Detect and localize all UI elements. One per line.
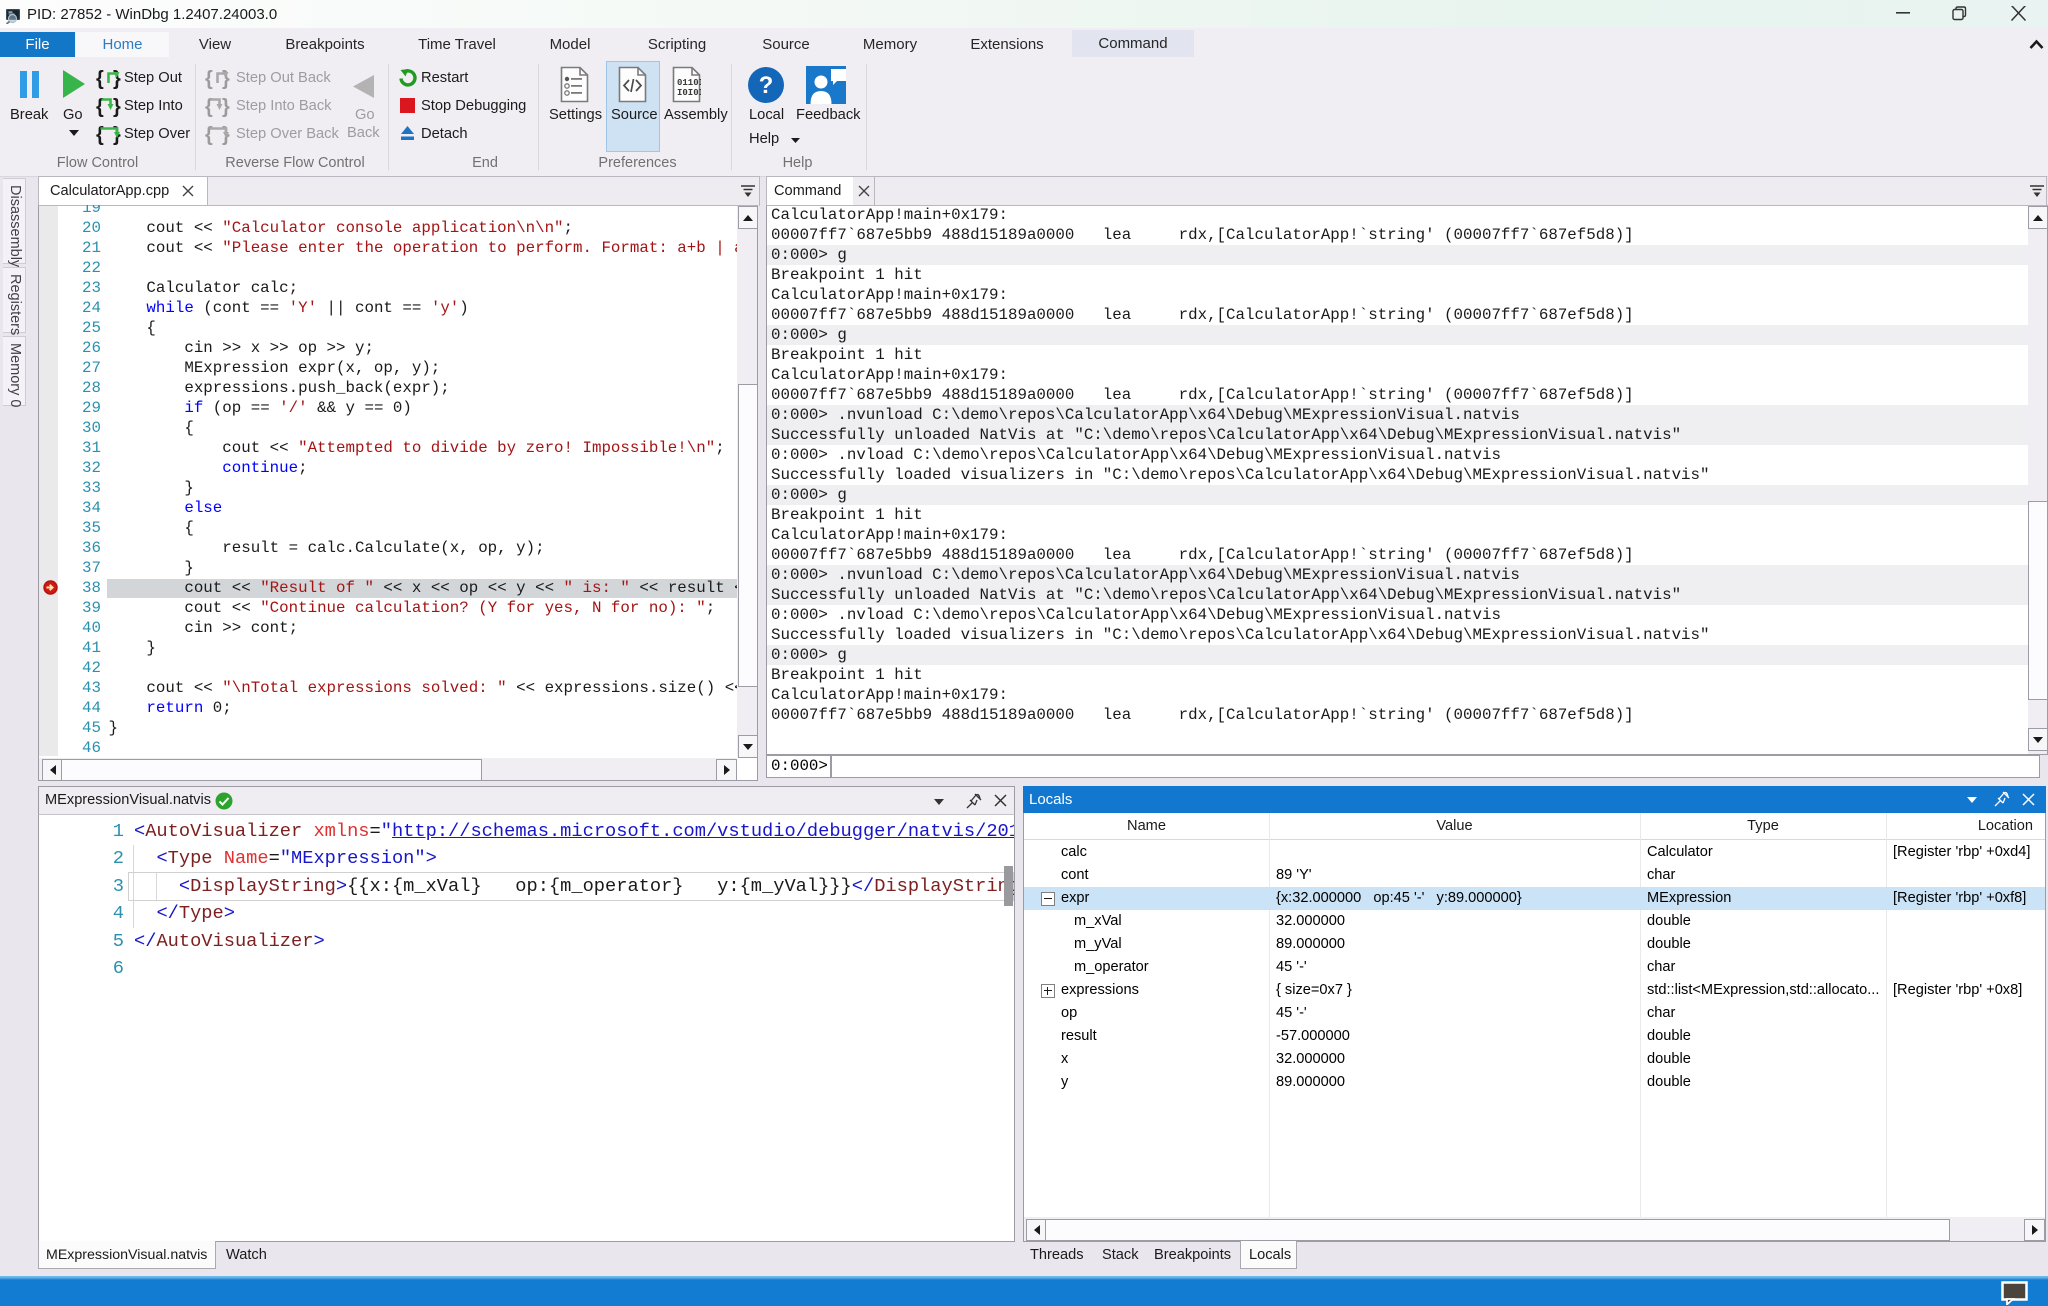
svg-text:{: { xyxy=(96,68,104,90)
svg-text:?: ? xyxy=(759,72,774,99)
svg-text:0110I: 0110I xyxy=(677,78,701,88)
svg-text:{: { xyxy=(205,68,213,90)
svg-text:}: } xyxy=(113,68,121,90)
svg-text:I0I0I: I0I0I xyxy=(677,88,701,98)
svg-text:}: } xyxy=(113,96,121,118)
svg-text:}: } xyxy=(222,68,230,90)
svg-text:}: } xyxy=(222,96,230,118)
